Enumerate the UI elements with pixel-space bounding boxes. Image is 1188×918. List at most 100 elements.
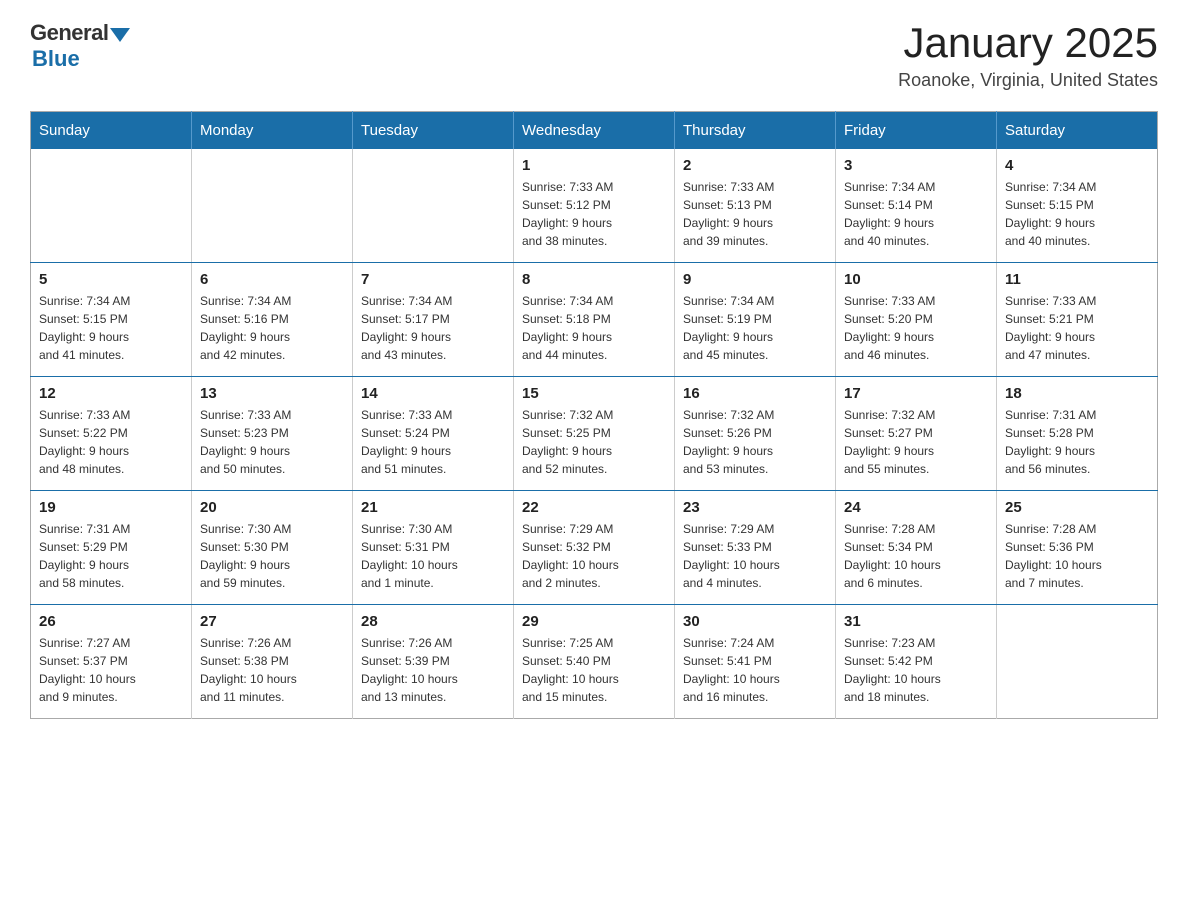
day-number: 3: [844, 157, 988, 174]
calendar-cell: [192, 149, 353, 263]
calendar-cell: 10 Sunrise: 7:33 AM Sunset: 5:20 PM Dayli…: [836, 263, 997, 377]
calendar-cell: 30 Sunrise: 7:24 AM Sunset: 5:41 PM Dayli…: [675, 605, 836, 719]
day-info: Sunrise: 7:28 AM Sunset: 5:36 PM Dayligh…: [1005, 520, 1149, 592]
day-info: Sunrise: 7:32 AM Sunset: 5:26 PM Dayligh…: [683, 406, 827, 478]
day-info: Sunrise: 7:23 AM Sunset: 5:42 PM Dayligh…: [844, 634, 988, 706]
day-number: 5: [39, 271, 183, 288]
day-number: 30: [683, 613, 827, 630]
day-info: Sunrise: 7:30 AM Sunset: 5:30 PM Dayligh…: [200, 520, 344, 592]
calendar-cell: 15 Sunrise: 7:32 AM Sunset: 5:25 PM Dayli…: [514, 377, 675, 491]
day-info: Sunrise: 7:26 AM Sunset: 5:38 PM Dayligh…: [200, 634, 344, 706]
calendar-week-row: 12 Sunrise: 7:33 AM Sunset: 5:22 PM Dayli…: [31, 377, 1158, 491]
logo-blue-text: Blue: [32, 46, 130, 72]
day-number: 18: [1005, 385, 1149, 402]
day-info: Sunrise: 7:29 AM Sunset: 5:32 PM Dayligh…: [522, 520, 666, 592]
calendar-cell: 6 Sunrise: 7:34 AM Sunset: 5:16 PM Daylig…: [192, 263, 353, 377]
calendar-cell: 4 Sunrise: 7:34 AM Sunset: 5:15 PM Daylig…: [997, 149, 1158, 263]
calendar-cell: 16 Sunrise: 7:32 AM Sunset: 5:26 PM Dayli…: [675, 377, 836, 491]
calendar-day-header: Tuesday: [353, 112, 514, 150]
day-number: 27: [200, 613, 344, 630]
day-number: 20: [200, 499, 344, 516]
logo: General Blue: [30, 20, 130, 72]
calendar-cell: 9 Sunrise: 7:34 AM Sunset: 5:19 PM Daylig…: [675, 263, 836, 377]
day-number: 22: [522, 499, 666, 516]
calendar-cell: 25Sunrise: 7:28 AM Sunset: 5:36 PM Dayli…: [997, 491, 1158, 605]
calendar-cell: 14Sunrise: 7:33 AM Sunset: 5:24 PM Dayli…: [353, 377, 514, 491]
day-info: Sunrise: 7:34 AM Sunset: 5:17 PM Dayligh…: [361, 292, 505, 364]
calendar-week-row: 19 Sunrise: 7:31 AM Sunset: 5:29 PM Dayli…: [31, 491, 1158, 605]
calendar-day-header: Wednesday: [514, 112, 675, 150]
day-info: Sunrise: 7:26 AM Sunset: 5:39 PM Dayligh…: [361, 634, 505, 706]
day-info: Sunrise: 7:31 AM Sunset: 5:29 PM Dayligh…: [39, 520, 183, 592]
calendar-day-header: Thursday: [675, 112, 836, 150]
day-info: Sunrise: 7:33 AM Sunset: 5:22 PM Dayligh…: [39, 406, 183, 478]
day-info: Sunrise: 7:34 AM Sunset: 5:18 PM Dayligh…: [522, 292, 666, 364]
day-info: Sunrise: 7:33 AM Sunset: 5:12 PM Dayligh…: [522, 178, 666, 250]
day-number: 21: [361, 499, 505, 516]
calendar-cell: 24 Sunrise: 7:28 AM Sunset: 5:34 PM Dayli…: [836, 491, 997, 605]
day-number: 19: [39, 499, 183, 516]
calendar-cell: 2Sunrise: 7:33 AM Sunset: 5:13 PM Daylig…: [675, 149, 836, 263]
calendar-cell: 7 Sunrise: 7:34 AM Sunset: 5:17 PM Daylig…: [353, 263, 514, 377]
logo-arrow-icon: [110, 28, 130, 42]
day-info: Sunrise: 7:32 AM Sunset: 5:27 PM Dayligh…: [844, 406, 988, 478]
calendar-cell: 1 Sunrise: 7:33 AM Sunset: 5:12 PM Daylig…: [514, 149, 675, 263]
day-number: 11: [1005, 271, 1149, 288]
calendar-week-row: 26Sunrise: 7:27 AM Sunset: 5:37 PM Dayli…: [31, 605, 1158, 719]
day-number: 7: [361, 271, 505, 288]
day-number: 24: [844, 499, 988, 516]
calendar-cell: 21 Sunrise: 7:30 AM Sunset: 5:31 PM Dayli…: [353, 491, 514, 605]
day-info: Sunrise: 7:32 AM Sunset: 5:25 PM Dayligh…: [522, 406, 666, 478]
day-number: 28: [361, 613, 505, 630]
day-number: 9: [683, 271, 827, 288]
month-title: January 2025: [898, 20, 1158, 66]
calendar-cell: 22 Sunrise: 7:29 AM Sunset: 5:32 PM Dayli…: [514, 491, 675, 605]
calendar-cell: 20 Sunrise: 7:30 AM Sunset: 5:30 PM Dayli…: [192, 491, 353, 605]
day-info: Sunrise: 7:24 AM Sunset: 5:41 PM Dayligh…: [683, 634, 827, 706]
day-info: Sunrise: 7:30 AM Sunset: 5:31 PM Dayligh…: [361, 520, 505, 592]
day-number: 10: [844, 271, 988, 288]
day-info: Sunrise: 7:34 AM Sunset: 5:16 PM Dayligh…: [200, 292, 344, 364]
day-info: Sunrise: 7:33 AM Sunset: 5:23 PM Dayligh…: [200, 406, 344, 478]
day-info: Sunrise: 7:33 AM Sunset: 5:20 PM Dayligh…: [844, 292, 988, 364]
day-number: 14: [361, 385, 505, 402]
calendar-day-header: Monday: [192, 112, 353, 150]
day-number: 6: [200, 271, 344, 288]
calendar-week-row: 5Sunrise: 7:34 AM Sunset: 5:15 PM Daylig…: [31, 263, 1158, 377]
calendar-cell: 28 Sunrise: 7:26 AM Sunset: 5:39 PM Dayli…: [353, 605, 514, 719]
calendar-cell: 17Sunrise: 7:32 AM Sunset: 5:27 PM Dayli…: [836, 377, 997, 491]
day-info: Sunrise: 7:34 AM Sunset: 5:19 PM Dayligh…: [683, 292, 827, 364]
day-number: 12: [39, 385, 183, 402]
calendar-cell: 3 Sunrise: 7:34 AM Sunset: 5:14 PM Daylig…: [836, 149, 997, 263]
day-number: 29: [522, 613, 666, 630]
day-number: 16: [683, 385, 827, 402]
location-subtitle: Roanoke, Virginia, United States: [898, 70, 1158, 91]
calendar-cell: 8 Sunrise: 7:34 AM Sunset: 5:18 PM Daylig…: [514, 263, 675, 377]
day-number: 4: [1005, 157, 1149, 174]
day-info: Sunrise: 7:28 AM Sunset: 5:34 PM Dayligh…: [844, 520, 988, 592]
day-number: 15: [522, 385, 666, 402]
day-number: 1: [522, 157, 666, 174]
calendar-cell: 12 Sunrise: 7:33 AM Sunset: 5:22 PM Dayli…: [31, 377, 192, 491]
calendar-cell: 13 Sunrise: 7:33 AM Sunset: 5:23 PM Dayli…: [192, 377, 353, 491]
day-info: Sunrise: 7:33 AM Sunset: 5:13 PM Dayligh…: [683, 178, 827, 250]
day-info: Sunrise: 7:33 AM Sunset: 5:21 PM Dayligh…: [1005, 292, 1149, 364]
calendar-cell: 11 Sunrise: 7:33 AM Sunset: 5:21 PM Dayli…: [997, 263, 1158, 377]
day-info: Sunrise: 7:34 AM Sunset: 5:14 PM Dayligh…: [844, 178, 988, 250]
calendar-week-row: 1 Sunrise: 7:33 AM Sunset: 5:12 PM Daylig…: [31, 149, 1158, 263]
calendar-table: SundayMondayTuesdayWednesdayThursdayFrid…: [30, 111, 1158, 719]
calendar-cell: 29Sunrise: 7:25 AM Sunset: 5:40 PM Dayli…: [514, 605, 675, 719]
calendar-header-row: SundayMondayTuesdayWednesdayThursdayFrid…: [31, 112, 1158, 150]
calendar-cell: 5Sunrise: 7:34 AM Sunset: 5:15 PM Daylig…: [31, 263, 192, 377]
day-number: 13: [200, 385, 344, 402]
title-area: January 2025 Roanoke, Virginia, United S…: [898, 20, 1158, 91]
day-info: Sunrise: 7:34 AM Sunset: 5:15 PM Dayligh…: [1005, 178, 1149, 250]
calendar-cell: [31, 149, 192, 263]
calendar-cell: 26Sunrise: 7:27 AM Sunset: 5:37 PM Dayli…: [31, 605, 192, 719]
calendar-day-header: Saturday: [997, 112, 1158, 150]
day-number: 26: [39, 613, 183, 630]
calendar-cell: 31Sunrise: 7:23 AM Sunset: 5:42 PM Dayli…: [836, 605, 997, 719]
calendar-day-header: Friday: [836, 112, 997, 150]
day-number: 8: [522, 271, 666, 288]
day-info: Sunrise: 7:29 AM Sunset: 5:33 PM Dayligh…: [683, 520, 827, 592]
